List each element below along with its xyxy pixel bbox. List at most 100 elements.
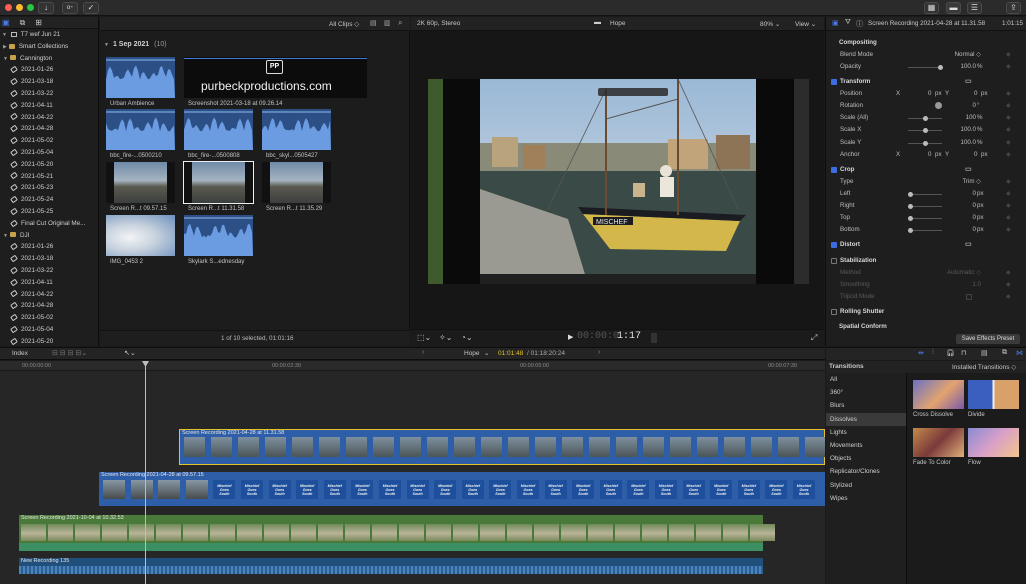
- section-checkbox[interactable]: [831, 309, 837, 315]
- browser-clip[interactable]: Screen R...t 11.31.58: [183, 161, 254, 215]
- transition-category[interactable]: Objects: [826, 452, 906, 465]
- transitions-browser-icon[interactable]: ⋈: [1016, 349, 1023, 357]
- parameter-value[interactable]: 1.0: [972, 279, 981, 291]
- clip-filter-menu[interactable]: All Clips ◇: [329, 20, 359, 28]
- browser-clip[interactable]: Screen R...t 09.57.15: [106, 162, 175, 215]
- save-effects-preset-button[interactable]: Save Effects Preset: [956, 334, 1020, 344]
- check-icon[interactable]: ✓: [83, 2, 99, 14]
- sidebar-item[interactable]: 2021-04-28: [0, 123, 98, 135]
- transform-tool-icon[interactable]: ⬚⌄: [417, 333, 431, 342]
- parameter-slider[interactable]: [908, 128, 942, 133]
- parameter-value[interactable]: Trim ◇: [962, 176, 981, 188]
- photos-audio-icon[interactable]: ⧉: [20, 18, 26, 28]
- enhance-icon[interactable]: ✧⌄: [439, 333, 452, 342]
- clip-thumbnail[interactable]: [184, 109, 253, 150]
- transition-item[interactable]: Cross Dissolve: [913, 380, 964, 422]
- keyframe-icon[interactable]: ◆: [1006, 149, 1011, 161]
- keyframe-icon[interactable]: ◆: [1006, 137, 1011, 149]
- inspector-parameter[interactable]: Anchor X 0 px Y 0 px ◆: [826, 149, 1026, 161]
- parameter-slider[interactable]: [908, 204, 942, 209]
- sidebar-item[interactable]: 2021-05-04: [0, 324, 98, 336]
- transition-category[interactable]: Dissolves: [826, 412, 906, 426]
- sidebar-item[interactable]: 2021-03-22: [0, 88, 98, 100]
- browser-clip[interactable]: Skylark S...ednesday: [184, 215, 253, 268]
- parameter-slider[interactable]: [908, 116, 942, 121]
- clip-thumbnail[interactable]: PP purbeckproductions.com: [184, 57, 367, 98]
- clip-skimming-icon[interactable]: ⇹: [918, 349, 924, 357]
- timeline-clip[interactable]: New Recording 135: [19, 558, 763, 574]
- speed-icon[interactable]: ◔⌄: [461, 333, 473, 342]
- timeline[interactable]: 00:00:00:00 00:00:02:30 00:00:05:00 00:0…: [0, 361, 825, 584]
- clip-thumbnail[interactable]: [106, 215, 175, 256]
- inspector-section[interactable]: Compositing: [826, 37, 1026, 49]
- parameter-value[interactable]: 0: [973, 224, 976, 236]
- keyframe-icon[interactable]: ◆: [1006, 279, 1011, 291]
- inspector-parameter[interactable]: Tripod Mode ◆: [826, 291, 1026, 303]
- inspector-parameter[interactable]: Top 0 px ◆: [826, 212, 1026, 224]
- sidebar-item[interactable]: 2021-05-04: [0, 147, 98, 159]
- transition-category[interactable]: All: [826, 373, 906, 386]
- transition-category[interactable]: Blurs: [826, 399, 906, 412]
- color-inspector-icon[interactable]: ⛛: [845, 19, 851, 27]
- layout-timeline-icon[interactable]: ▬: [946, 2, 961, 14]
- zoom-window-button[interactable]: [27, 4, 34, 11]
- parameter-value[interactable]: 100.0: [961, 137, 976, 149]
- sidebar-item[interactable]: 2021-04-28: [0, 300, 98, 312]
- keyframe-icon[interactable]: ◆: [1006, 49, 1011, 61]
- sidebar-item[interactable]: 2021-05-02: [0, 135, 98, 147]
- crop-onscreen-controls-icon[interactable]: ▭: [965, 164, 972, 176]
- index-button[interactable]: Index: [12, 350, 28, 357]
- timeline-clip[interactable]: Screen Recording 2021-04-28 at 11.31.58: [179, 429, 825, 465]
- inspector-section[interactable]: Transform ▭: [826, 76, 1026, 88]
- skimming-icon[interactable]: ⫶: [932, 349, 934, 357]
- sidebar-item[interactable]: 2021-04-11: [0, 277, 98, 289]
- sidebar-item[interactable]: 2021-03-18: [0, 253, 98, 265]
- parameter-slider[interactable]: [908, 228, 942, 233]
- parameter-value[interactable]: 0: [973, 100, 976, 112]
- sidebar-item[interactable]: 2021-05-23: [0, 182, 98, 194]
- rotation-dial-icon[interactable]: [935, 102, 942, 109]
- transition-category[interactable]: 360°: [826, 386, 906, 399]
- inspector-parameter[interactable]: Smoothing 1.0 ◆: [826, 279, 1026, 291]
- sidebar-item[interactable]: 2021-05-02: [0, 312, 98, 324]
- layout-browser-icon[interactable]: ▦: [924, 2, 939, 14]
- browser-clip[interactable]: Urban Ambience: [106, 57, 175, 110]
- clip-thumbnail[interactable]: [262, 162, 331, 203]
- inspector-parameter[interactable]: Rotation 0 ° ◆: [826, 100, 1026, 112]
- inspector-parameter[interactable]: Bottom 0 px ◆: [826, 224, 1026, 236]
- browser-clip[interactable]: IMG_0453 2: [106, 215, 175, 268]
- inspector-parameter[interactable]: Type Trim ◇ ◆: [826, 176, 1026, 188]
- fullscreen-icon[interactable]: ⤢: [811, 333, 817, 343]
- timeline-clip[interactable]: Screen Recording 2021-04-28 at 09.57.15 M…: [99, 472, 825, 506]
- keyframe-icon[interactable]: ◆: [1006, 224, 1011, 236]
- clip-thumbnail[interactable]: [106, 57, 175, 98]
- keyframe-icon[interactable]: ◆: [1006, 88, 1011, 100]
- parameter-value[interactable]: 0: [973, 188, 976, 200]
- parameter-value[interactable]: 100.0: [961, 61, 976, 73]
- keyframe-icon[interactable]: ◆: [1006, 200, 1011, 212]
- inspector-parameter[interactable]: Position X 0 px Y 0 px ◆: [826, 88, 1026, 100]
- sidebar-item[interactable]: ▼ DJI: [0, 230, 98, 242]
- inspector-parameter[interactable]: Opacity 100.0% ◆: [826, 61, 1026, 73]
- disclosure-triangle-icon[interactable]: ▼: [104, 42, 109, 48]
- sidebar-item[interactable]: 2021-03-18: [0, 76, 98, 88]
- transition-thumbnail[interactable]: [968, 380, 1019, 409]
- y-value[interactable]: 0: [974, 149, 977, 161]
- sidebar-item[interactable]: 2021-05-25: [0, 206, 98, 218]
- slider-knob[interactable]: [923, 141, 928, 146]
- transition-item[interactable]: Flow: [968, 428, 1019, 470]
- sidebar-item[interactable]: Final Cut Original Me...: [0, 218, 98, 230]
- snapping-icon[interactable]: ⊓: [961, 349, 966, 357]
- sidebar-item[interactable]: ▶ Smart Collections: [0, 41, 98, 53]
- browser-clip[interactable]: PP purbeckproductions.com Screenshot 2021-…: [184, 57, 367, 110]
- section-checkbox[interactable]: [831, 242, 837, 248]
- transition-item[interactable]: Divide: [968, 380, 1019, 422]
- sidebar-item[interactable]: 2021-01-26: [0, 64, 98, 76]
- sidebar-item[interactable]: 2021-05-20: [0, 336, 98, 346]
- inspector-parameter[interactable]: Blend Mode Normal ◇ ◆: [826, 49, 1026, 61]
- key-icon[interactable]: o⁃: [62, 2, 78, 14]
- disclosure-triangle-icon[interactable]: ▼: [3, 56, 8, 62]
- clip-appearance-icon[interactable]: ▤: [981, 349, 988, 357]
- library-row[interactable]: ▼ T7 wef Jun 21: [0, 29, 98, 41]
- transition-item[interactable]: Fade To Color: [913, 428, 964, 470]
